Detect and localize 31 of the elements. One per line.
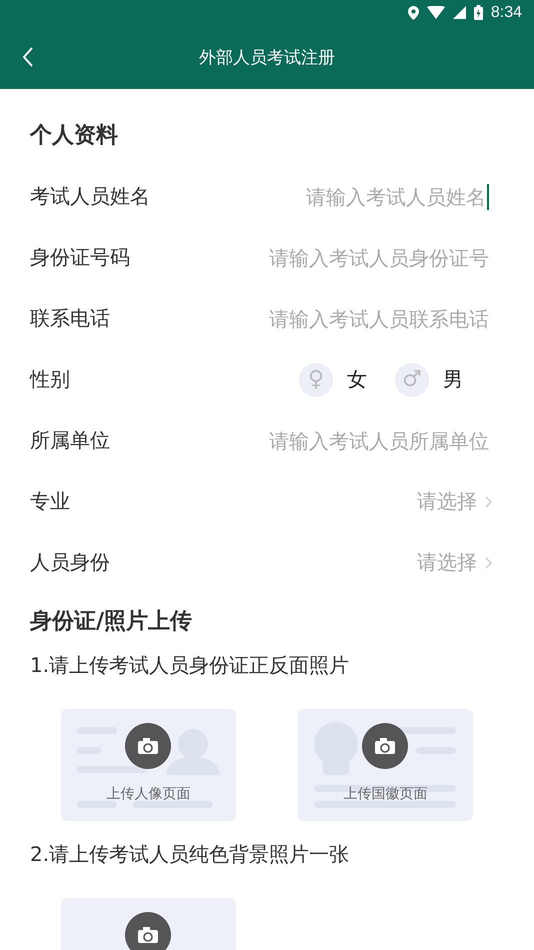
- input-field[interactable]: 请输入考试人员姓名: [226, 184, 486, 208]
- field-label: 性别: [30, 366, 70, 393]
- upload-card[interactable]: 上传国徽页面: [298, 709, 473, 821]
- instruction-text: 2.请上传考试人员纯色背景照片一张: [30, 841, 350, 868]
- field-label: 专业: [30, 488, 70, 515]
- card-label: 上传国徽页面: [342, 785, 428, 803]
- field-label: 考试人员姓名: [30, 183, 150, 210]
- upload-card[interactable]: 上传人像页面: [61, 709, 236, 821]
- battery-icon: [474, 5, 483, 20]
- chevron-right-icon: [485, 556, 492, 568]
- section-title: 个人资料: [30, 122, 119, 150]
- chevron-right-icon: [485, 496, 492, 508]
- input-field[interactable]: 请输入考试人员身份证号: [229, 246, 489, 270]
- status-time: 8:34: [490, 4, 522, 22]
- chevron-left-icon: [22, 47, 34, 67]
- location-icon: [408, 6, 419, 20]
- camera-icon: [362, 723, 408, 769]
- field-label: 联系电话: [30, 305, 110, 332]
- wifi-icon: [426, 6, 445, 19]
- signal-icon: [452, 6, 466, 19]
- input-field[interactable]: 请输入考试人员联系电话: [229, 306, 489, 330]
- page-title: 外部人员考试注册: [199, 46, 335, 68]
- field-label: 身份证号码: [30, 244, 130, 271]
- field-label: 人员身份: [30, 549, 110, 576]
- instruction-text: 1.请上传考试人员身份证正反面照片: [30, 652, 350, 679]
- camera-icon: [125, 912, 171, 950]
- section-title: 身份证/照片上传: [30, 608, 194, 636]
- input-field[interactable]: 请输入考试人员所属单位: [229, 428, 489, 452]
- field-label: 所属单位: [30, 427, 110, 454]
- camera-icon: [125, 723, 171, 769]
- card-label: 上传人像页面: [106, 785, 192, 803]
